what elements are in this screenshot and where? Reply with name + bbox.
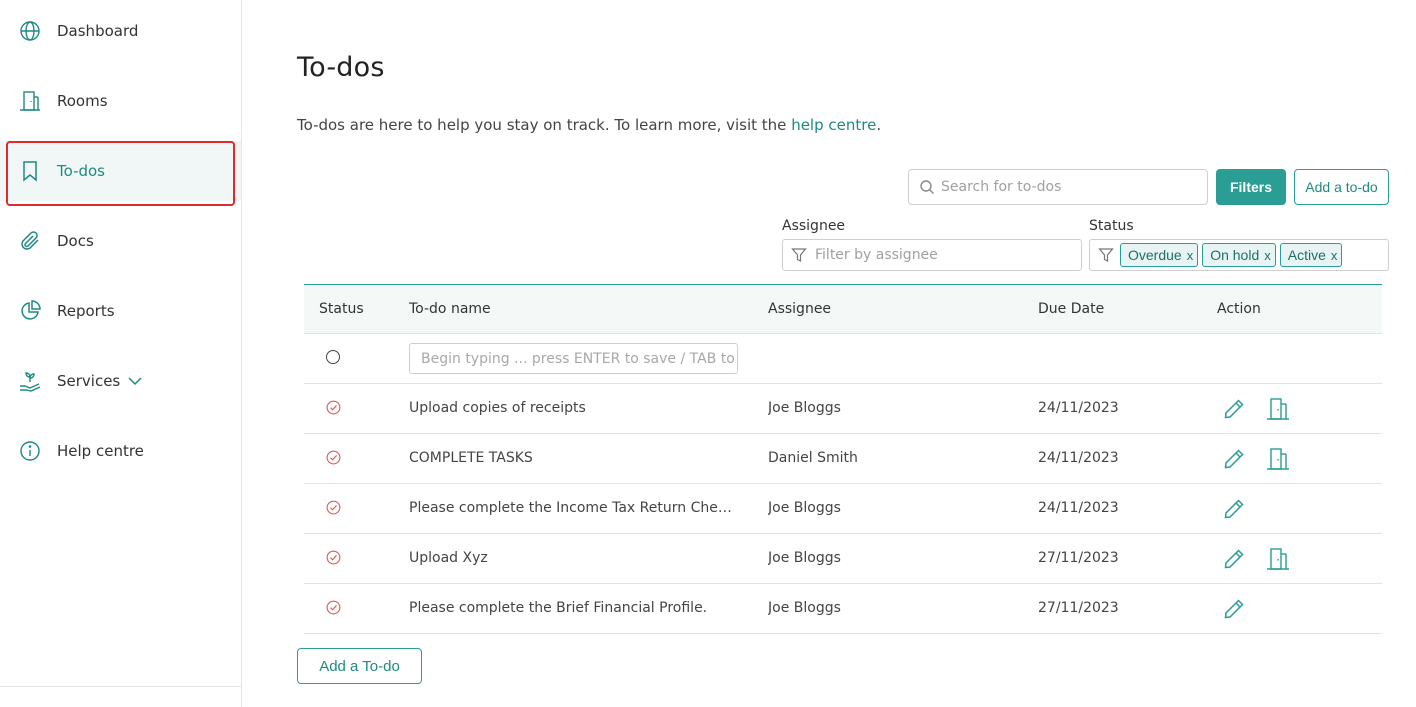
todo-due-date: 27/11/2023 xyxy=(1038,600,1119,616)
column-header-action: Action xyxy=(1217,301,1261,317)
column-header-due-date[interactable]: Due Date xyxy=(1038,285,1104,335)
sidebar-item-label: Help centre xyxy=(57,442,144,460)
todo-name[interactable]: Upload copies of receipts xyxy=(409,384,739,434)
column-header-assignee[interactable]: Assignee xyxy=(768,285,831,335)
sidebar-item-label: Reports xyxy=(57,302,115,320)
sidebar-item-label: Dashboard xyxy=(57,22,139,40)
paperclip-icon xyxy=(21,231,39,250)
chevron-down-icon[interactable] xyxy=(127,373,143,389)
bookmark-icon xyxy=(23,161,37,182)
overdue-check-icon[interactable] xyxy=(326,500,341,515)
table-row: Please complete the Income Tax Return Ch… xyxy=(304,484,1382,534)
todo-due-date: 24/11/2023 xyxy=(1038,500,1119,516)
chip-label: Overdue xyxy=(1128,247,1182,263)
todo-name[interactable]: Please complete the Brief Financial Prof… xyxy=(409,584,739,634)
app: Dashboard Rooms To-dos Docs Reports Serv… xyxy=(0,0,1416,707)
intro-text: To-dos are here to help you stay on trac… xyxy=(297,116,881,134)
new-todo-input[interactable] xyxy=(409,343,738,374)
chip-remove-button[interactable]: x xyxy=(1187,248,1194,263)
todo-assignee: Joe Bloggs xyxy=(768,500,841,516)
overdue-check-icon[interactable] xyxy=(326,400,341,415)
edit-pencil-icon[interactable] xyxy=(1222,497,1246,521)
assignee-filter xyxy=(782,239,1082,271)
sidebar-item-label: Docs xyxy=(57,232,94,250)
filter-icon xyxy=(791,248,807,262)
info-icon xyxy=(20,441,40,461)
new-todo-row xyxy=(304,334,1382,384)
sidebar-item-help-centre[interactable]: Help centre xyxy=(0,421,241,481)
table-header: Status To-do name Assignee Due Date Acti… xyxy=(304,284,1382,334)
room-building-icon[interactable] xyxy=(1265,396,1291,422)
table-row: Upload copies of receipts Joe Bloggs 24/… xyxy=(304,384,1382,434)
help-centre-link[interactable]: help centre xyxy=(791,116,876,134)
sidebar: Dashboard Rooms To-dos Docs Reports Serv… xyxy=(0,0,242,707)
status-filter[interactable]: Overdue x On hold x Active x xyxy=(1089,239,1389,271)
sidebar-divider xyxy=(0,686,241,687)
pie-chart-icon xyxy=(21,300,41,320)
intro-text-end: . xyxy=(876,116,882,134)
assignee-filter-label: Assignee xyxy=(782,218,846,234)
sidebar-item-label: To-dos xyxy=(57,162,105,180)
table-row: Please complete the Brief Financial Prof… xyxy=(304,584,1382,634)
main-content: To-dos To-dos are here to help you stay … xyxy=(242,0,1416,707)
status-filter-label: Status xyxy=(1089,218,1134,234)
todo-due-date: 24/11/2023 xyxy=(1038,400,1119,416)
add-todo-button[interactable]: Add a to-do xyxy=(1294,169,1389,205)
sidebar-item-label: Services xyxy=(57,372,121,390)
building-icon xyxy=(20,91,40,111)
chip-remove-button[interactable]: x xyxy=(1331,248,1338,263)
todo-due-date: 24/11/2023 xyxy=(1038,450,1119,466)
edit-pencil-icon[interactable] xyxy=(1222,447,1246,471)
todo-name[interactable]: Please complete the Income Tax Return Ch… xyxy=(409,484,739,534)
todo-assignee: Joe Bloggs xyxy=(768,400,841,416)
room-building-icon[interactable] xyxy=(1265,546,1291,572)
search-input[interactable] xyxy=(941,179,1201,195)
todos-table: Status To-do name Assignee Due Date Acti… xyxy=(304,284,1382,634)
sidebar-item-rooms[interactable]: Rooms xyxy=(0,71,241,131)
hand-plant-icon xyxy=(20,372,41,392)
overdue-check-icon[interactable] xyxy=(326,550,341,565)
todo-assignee: Joe Bloggs xyxy=(768,600,841,616)
status-chip-on-hold: On hold x xyxy=(1202,243,1276,267)
intro-text-body: To-dos are here to help you stay on trac… xyxy=(297,116,792,134)
filter-icon xyxy=(1098,248,1114,262)
todo-name[interactable]: COMPLETE TASKS xyxy=(409,434,739,484)
filters-button[interactable]: Filters xyxy=(1216,169,1286,205)
sidebar-item-services[interactable]: Services xyxy=(0,351,241,411)
edit-pencil-icon[interactable] xyxy=(1222,597,1246,621)
column-header-name[interactable]: To-do name xyxy=(409,285,491,335)
sidebar-item-docs[interactable]: Docs xyxy=(0,211,241,271)
room-building-icon[interactable] xyxy=(1265,446,1291,472)
edit-pencil-icon[interactable] xyxy=(1222,397,1246,421)
page-title: To-dos xyxy=(297,52,385,83)
status-chip-active: Active x xyxy=(1279,243,1343,267)
overdue-check-icon[interactable] xyxy=(326,600,341,615)
chip-label: Active xyxy=(1287,247,1326,263)
sidebar-item-todos[interactable]: To-dos xyxy=(0,141,241,201)
globe-icon xyxy=(20,21,40,41)
table-row: COMPLETE TASKS Daniel Smith 24/11/2023 xyxy=(304,434,1382,484)
chip-label: On hold xyxy=(1210,247,1260,263)
sidebar-item-label: Rooms xyxy=(57,92,108,110)
chip-remove-button[interactable]: x xyxy=(1264,248,1271,263)
assignee-filter-input[interactable] xyxy=(815,247,1075,263)
todo-name[interactable]: Upload Xyz xyxy=(409,534,739,584)
todo-assignee: Joe Bloggs xyxy=(768,550,841,566)
status-radio[interactable] xyxy=(326,350,340,364)
status-chip-overdue: Overdue x xyxy=(1120,243,1199,267)
search-icon xyxy=(920,180,934,194)
search-box xyxy=(908,169,1208,205)
sidebar-item-reports[interactable]: Reports xyxy=(0,281,241,341)
todo-due-date: 27/11/2023 xyxy=(1038,550,1119,566)
edit-pencil-icon[interactable] xyxy=(1222,547,1246,571)
column-header-status[interactable]: Status xyxy=(319,285,364,335)
overdue-check-icon[interactable] xyxy=(326,450,341,465)
table-row: Upload Xyz Joe Bloggs 27/11/2023 xyxy=(304,534,1382,584)
todo-assignee: Daniel Smith xyxy=(768,450,858,466)
sidebar-item-dashboard[interactable]: Dashboard xyxy=(0,1,241,61)
add-todo-bottom-button[interactable]: Add a To-do xyxy=(297,648,422,684)
